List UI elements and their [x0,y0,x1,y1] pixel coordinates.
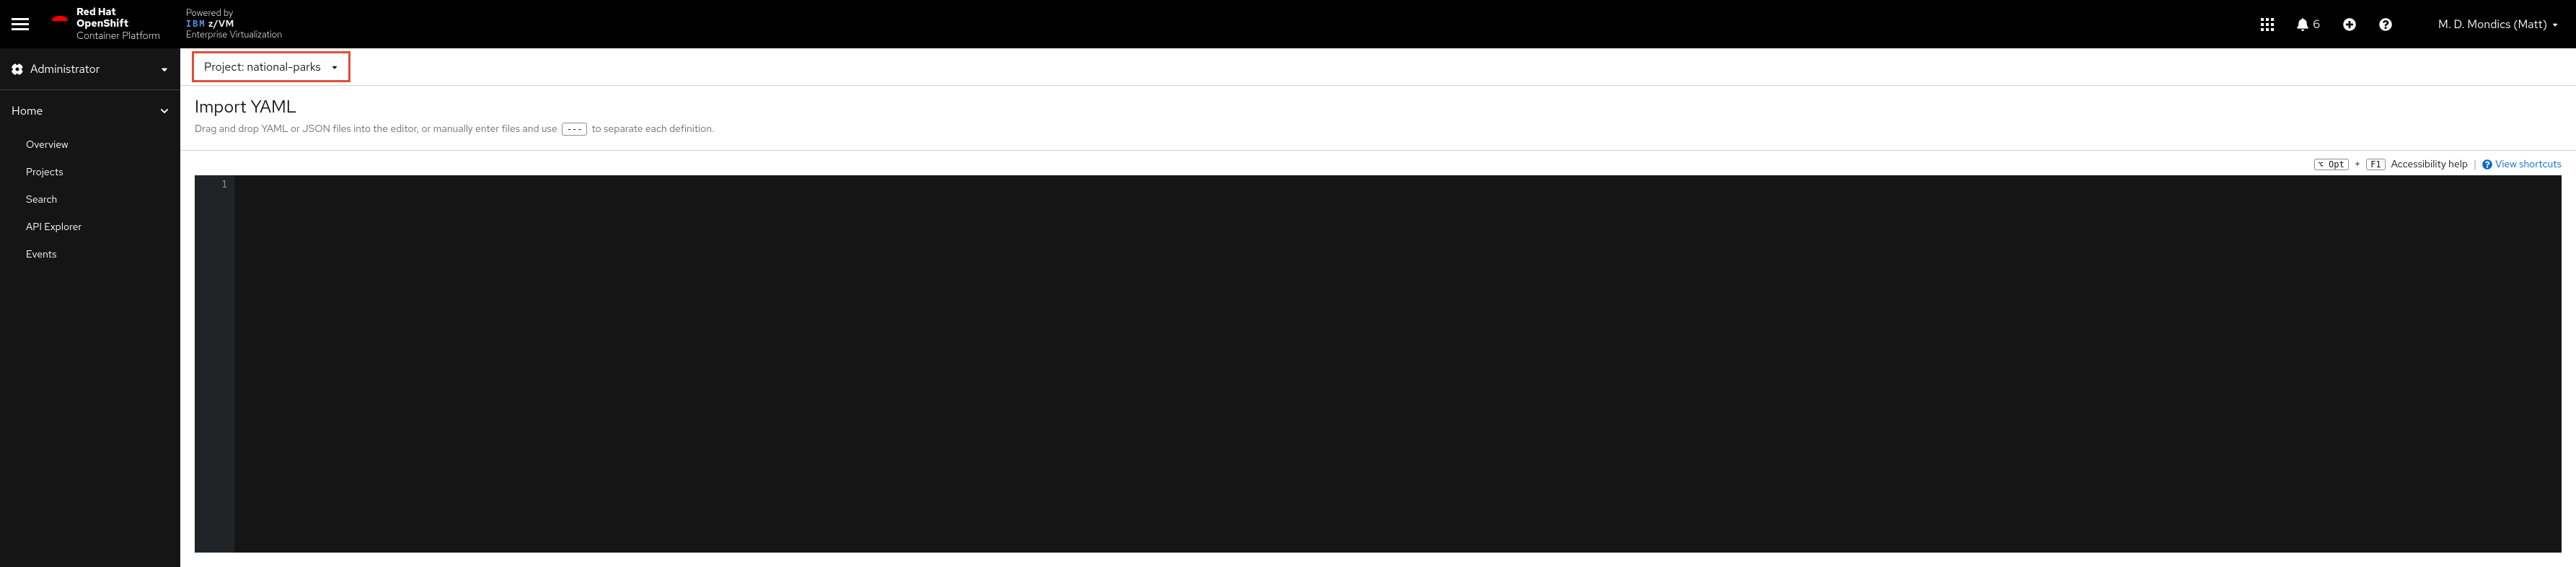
page-title: Import YAML [195,96,2562,118]
page-subtitle: Drag and drop YAML or JSON files into th… [195,123,2562,136]
separator-hint-kbd: --- [562,123,588,136]
sidebar-item-overview[interactable]: Overview [0,131,180,159]
app-launcher-icon[interactable] [2261,18,2274,31]
redhat-icon [49,12,71,37]
f1-key: F1 [2366,159,2385,170]
brand-text: Red Hat OpenShift Container Platform [76,6,160,41]
caret-down-icon [331,63,338,71]
plus-circle-icon [2343,18,2356,31]
editor-wrap: 1 [180,175,2576,567]
sidebar-subitems: Overview Projects Search API Explorer Ev… [0,131,180,268]
sidebar-section-home[interactable]: Home [0,90,180,131]
editor-gutter: 1 [195,175,234,553]
line-number: 1 [199,180,227,190]
accessibility-help-text: Accessibility help [2391,158,2468,171]
import-button[interactable] [2343,18,2356,31]
hamburger-menu-button[interactable] [12,15,29,33]
perspective-switcher[interactable]: Administrator [0,48,180,90]
chevron-down-icon [160,107,169,115]
sidebar-item-api-explorer[interactable]: API Explorer [0,214,180,241]
yaml-editor[interactable]: 1 [195,175,2562,553]
editor-helper-row: ⌥ Opt + F1 Accessibility help | View sho… [180,151,2576,175]
caret-down-icon [160,65,169,74]
project-selector[interactable]: Project: national-parks [192,51,350,82]
question-circle-icon [2379,18,2392,31]
powered-by: Powered by IBM z/VM Enterprise Virtualiz… [186,8,282,40]
masthead: Red Hat OpenShift Container Platform Pow… [0,0,2576,48]
project-selector-label: Project: national-parks [204,59,321,74]
sidebar-section-label: Home [12,103,43,118]
notifications-button[interactable]: 6 [2297,17,2320,32]
help-button[interactable] [2379,18,2392,31]
sidebar-item-projects[interactable]: Projects [0,159,180,186]
perspective-label: Administrator [30,61,100,76]
bell-icon [2297,18,2308,31]
sidebar: Administrator Home Overview Projects Sea… [0,48,180,567]
sidebar-item-events[interactable]: Events [0,241,180,268]
masthead-toolbar: 6 M. D. Mondics (Matt) [2261,17,2559,32]
page-header: Import YAML Drag and drop YAML or JSON f… [180,86,2576,151]
editor-content[interactable] [234,175,2562,553]
cog-icon [12,63,23,75]
plus-text: + [2355,158,2360,171]
sidebar-item-search[interactable]: Search [0,186,180,214]
user-menu[interactable]: M. D. Mondics (Matt) [2438,17,2559,32]
notification-count: 6 [2313,17,2320,32]
divider: | [2474,158,2476,171]
main-content: Project: national-parks Import YAML Drag… [180,48,2576,567]
view-shortcuts-link[interactable]: View shortcuts [2482,158,2562,171]
caret-down-icon [2551,21,2559,28]
project-bar: Project: national-parks [180,48,2576,86]
question-circle-icon [2482,159,2492,170]
brand[interactable]: Red Hat OpenShift Container Platform [49,6,160,41]
opt-key: ⌥ Opt [2314,159,2349,170]
user-name: M. D. Mondics (Matt) [2438,17,2547,32]
